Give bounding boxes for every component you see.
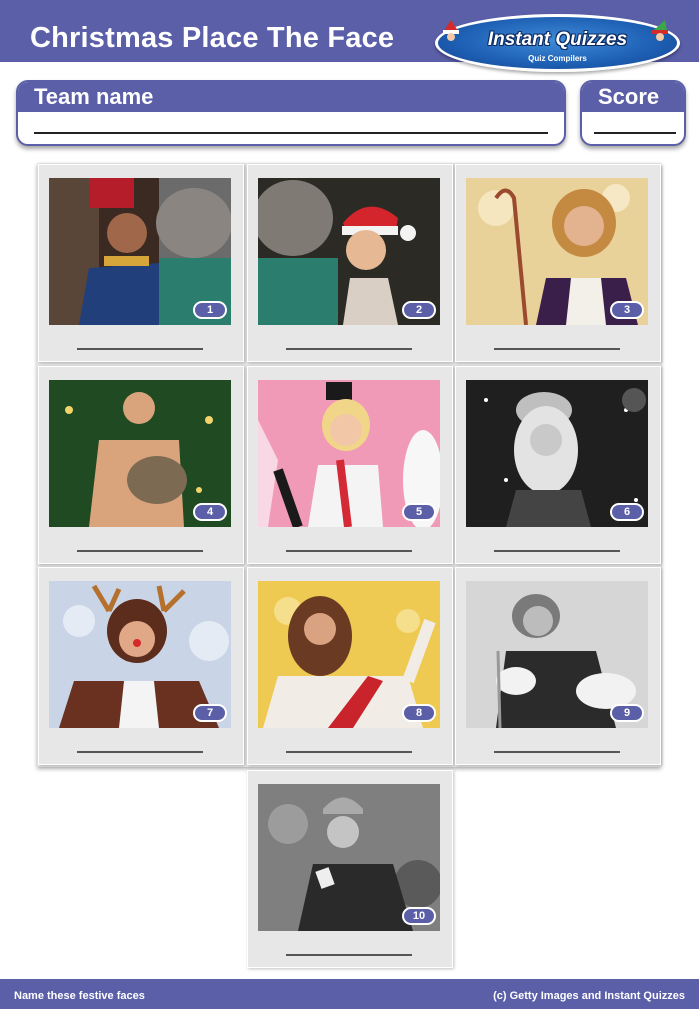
photo-8: 8 <box>258 581 440 728</box>
answer-line-10[interactable] <box>286 954 412 956</box>
photo-card-7: 7 <box>38 567 244 765</box>
photo-number-badge: 8 <box>402 704 436 722</box>
photo-number-badge: 9 <box>610 704 644 722</box>
answer-line-8[interactable] <box>286 751 412 753</box>
photo-number-badge: 7 <box>193 704 227 722</box>
photo-7: 7 <box>49 581 231 728</box>
answer-line-5[interactable] <box>286 550 412 552</box>
photo-1: 1 <box>49 178 231 325</box>
answer-line-6[interactable] <box>494 550 620 552</box>
photo-number-badge: 10 <box>402 907 436 925</box>
photo-number-badge: 3 <box>610 301 644 319</box>
photo-card-10: 10 <box>247 770 453 968</box>
team-name-label: Team name <box>18 82 564 112</box>
photo-3: 3 <box>466 178 648 325</box>
photo-number-badge: 6 <box>610 503 644 521</box>
photo-card-1: 1 <box>38 164 244 362</box>
photo-9: 9 <box>466 581 648 728</box>
photo-4: 4 <box>49 380 231 527</box>
logo-tagline: Quiz Compilers <box>528 54 587 63</box>
instant-quizzes-logo: Instant Quizzes Quiz Compilers <box>435 14 680 72</box>
logo-title: Instant Quizzes <box>487 29 628 50</box>
photo-5: 5 <box>258 380 440 527</box>
answer-line-3[interactable] <box>494 348 620 350</box>
photo-card-6: 6 <box>455 366 661 564</box>
photo-2: 2 <box>258 178 440 325</box>
photo-10: 10 <box>258 784 440 931</box>
footer-copyright: (c) Getty Images and Instant Quizzes <box>493 990 685 1002</box>
answer-line-9[interactable] <box>494 751 620 753</box>
footer-instruction: Name these festive faces <box>14 990 145 1002</box>
score-label: Score <box>582 82 684 112</box>
photo-card-5: 5 <box>247 366 453 564</box>
answer-line-1[interactable] <box>77 348 203 350</box>
photo-number-badge: 4 <box>193 503 227 521</box>
photo-6: 6 <box>466 380 648 527</box>
team-name-box: Team name <box>16 80 566 146</box>
score-box: Score <box>580 80 686 146</box>
photo-card-4: 4 <box>38 366 244 564</box>
photo-card-8: 8 <box>247 567 453 765</box>
answer-line-4[interactable] <box>77 550 203 552</box>
photo-card-9: 9 <box>455 567 661 765</box>
footer-bar: Name these festive faces (c) Getty Image… <box>0 979 699 1009</box>
team-name-answer-line[interactable] <box>34 132 548 134</box>
page-title: Christmas Place The Face <box>30 22 395 54</box>
photo-card-3: 3 <box>455 164 661 362</box>
score-answer-line[interactable] <box>594 132 676 134</box>
photo-number-badge: 1 <box>193 301 227 319</box>
answer-line-7[interactable] <box>77 751 203 753</box>
answer-line-2[interactable] <box>286 348 412 350</box>
photo-number-badge: 5 <box>402 503 436 521</box>
photo-card-2: 2 <box>247 164 453 362</box>
photo-number-badge: 2 <box>402 301 436 319</box>
